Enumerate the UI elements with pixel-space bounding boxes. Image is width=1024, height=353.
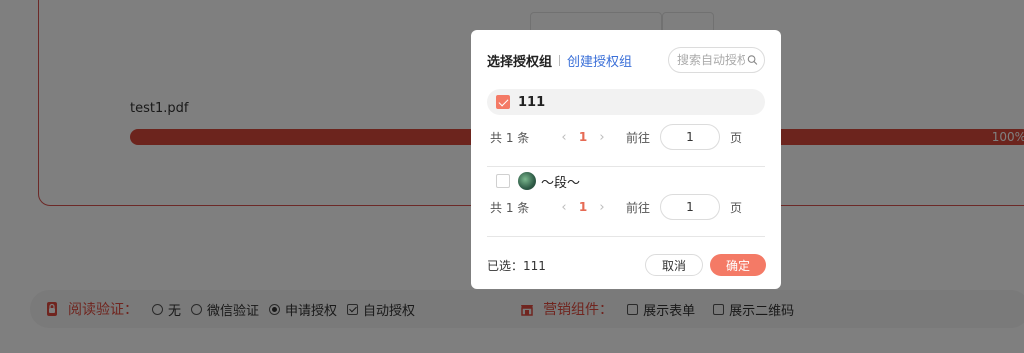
current-page[interactable]: 1 <box>576 130 590 144</box>
pager-total: 共 1 条 <box>490 200 530 215</box>
group-name: ～段～ <box>541 175 581 191</box>
group-divider <box>487 166 765 167</box>
dialog-title: 选择授权组 <box>487 54 553 70</box>
group-search-input[interactable] <box>677 53 745 67</box>
selected-count: 已选：111 <box>487 258 546 273</box>
page-unit: 页 <box>730 200 743 215</box>
pager-total: 共 1 条 <box>490 130 530 145</box>
group-pager: 共 1 条 ‹ 1 › 前往 页 <box>490 194 766 220</box>
group-checkbox[interactable] <box>496 174 510 188</box>
select-auth-group-dialog: 选择授权组 创建授权组 111 共 1 条 ‹ 1 › 前往 页 ～段～ 共 1… <box>471 30 781 289</box>
group-name: 111 <box>518 94 546 110</box>
current-page[interactable]: 1 <box>576 200 590 214</box>
page-jump-input[interactable] <box>660 194 720 220</box>
page-jump-input[interactable] <box>660 124 720 150</box>
group-search <box>668 47 765 73</box>
goto-label: 前往 <box>626 200 651 215</box>
group-pager: 共 1 条 ‹ 1 › 前往 页 <box>490 124 766 150</box>
search-icon[interactable] <box>747 54 758 66</box>
goto-label: 前往 <box>626 130 651 145</box>
footer-divider <box>487 236 765 237</box>
prev-page-icon[interactable]: ‹ <box>552 200 576 215</box>
header-divider <box>559 54 561 66</box>
create-auth-group-link[interactable]: 创建授权组 <box>567 51 632 70</box>
confirm-button[interactable]: 确定 <box>710 254 766 276</box>
page-unit: 页 <box>730 130 743 145</box>
prev-page-icon[interactable]: ‹ <box>552 130 576 145</box>
group-checkbox[interactable] <box>496 95 510 109</box>
dialog-footer: 已选：111 取消 确定 <box>487 254 766 276</box>
next-page-icon[interactable]: › <box>590 130 614 145</box>
next-page-icon[interactable]: › <box>590 200 614 215</box>
group-item-duan[interactable]: ～段～ <box>487 168 765 194</box>
cancel-button[interactable]: 取消 <box>645 254 703 276</box>
avatar <box>518 172 536 190</box>
group-item-111[interactable]: 111 <box>487 89 765 115</box>
